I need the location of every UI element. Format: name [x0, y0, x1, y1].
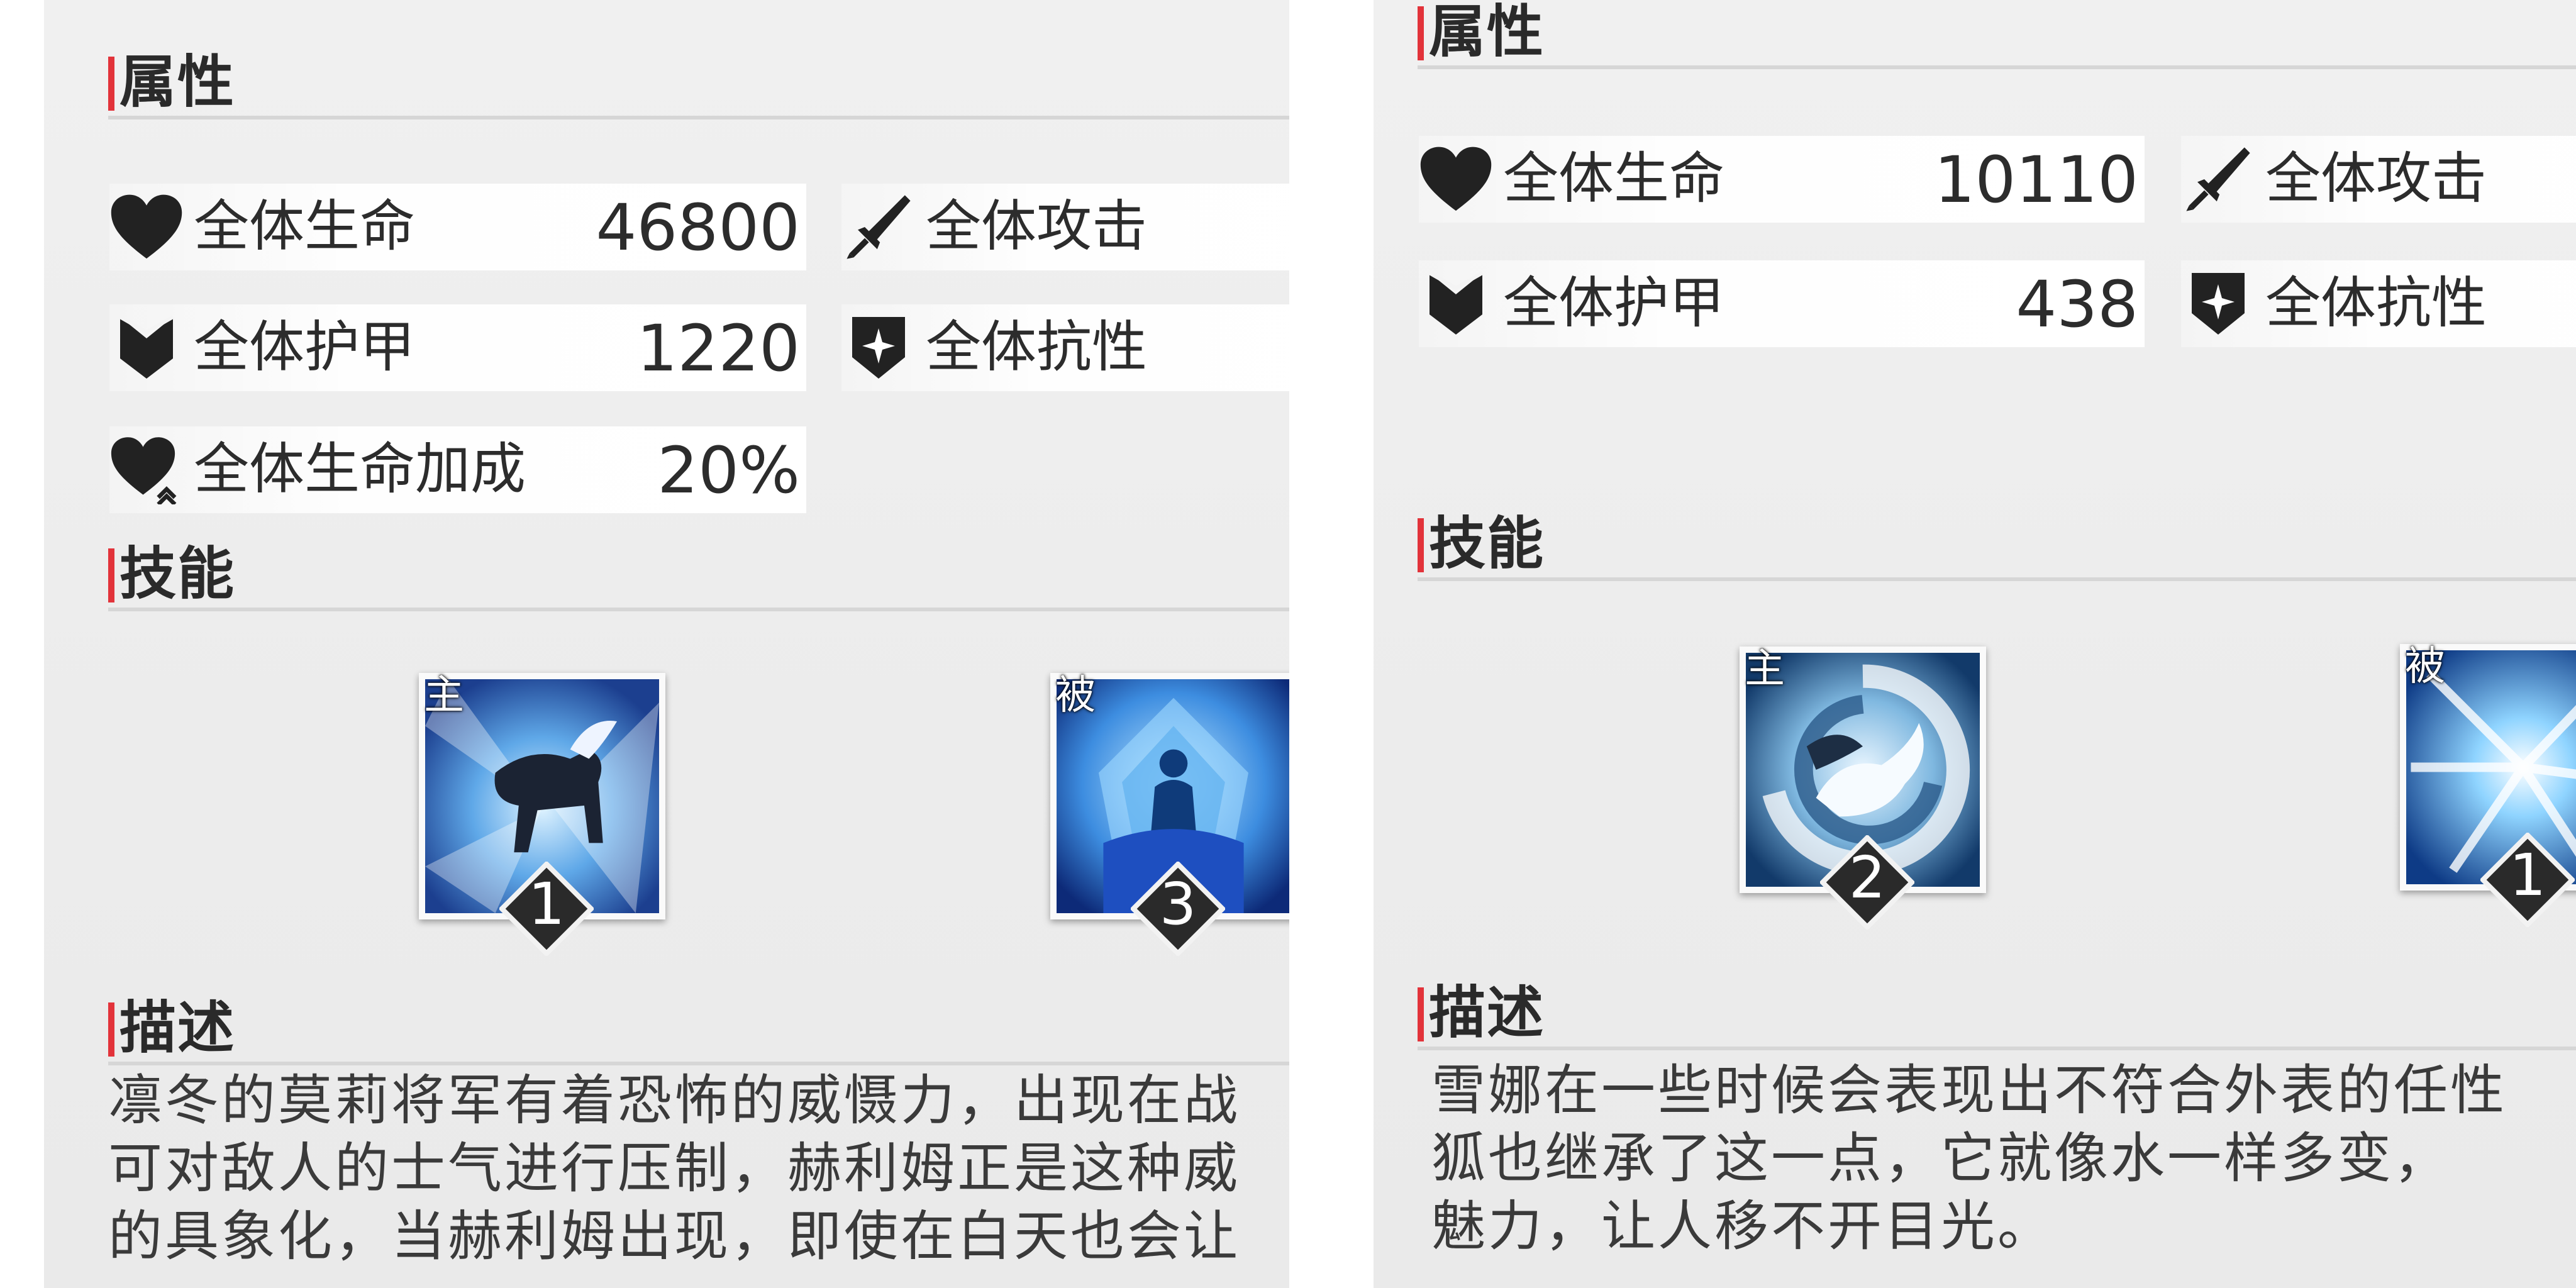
- stat-label: 全体生命: [194, 194, 416, 258]
- skill-level: 1: [2509, 841, 2546, 909]
- skill-active-1[interactable]: 主 2: [1740, 647, 1991, 948]
- stat-label: 全体攻击: [926, 194, 1148, 258]
- stat-total-hp-bonus: 全体生命加成 20%: [109, 426, 806, 513]
- stat-total-attack: 全体攻击: [841, 184, 1289, 270]
- divider: [1418, 577, 2576, 581]
- stat-value: 20%: [657, 433, 800, 508]
- resist-shield-icon: [2177, 269, 2259, 338]
- divider: [1418, 65, 2576, 69]
- attributes-title: 属性: [1418, 4, 1545, 60]
- stat-total-hp: 全体生命 46800: [109, 184, 806, 270]
- description-line: 的具象化，当赫利姆出现，即使在白天也会让: [108, 1205, 1240, 1268]
- stat-total-resist: 全体抗性: [841, 304, 1289, 391]
- divider: [108, 608, 1289, 611]
- skills-title: 技能: [1418, 516, 1545, 572]
- stat-value: 1220: [636, 311, 800, 386]
- heart-icon: [106, 192, 187, 262]
- skill-type-tag: 主: [424, 672, 464, 719]
- skill-active-1[interactable]: 主 1: [419, 673, 670, 975]
- description-title: 描述: [108, 1000, 235, 1057]
- attributes-title: 属性: [108, 54, 235, 111]
- description-title: 描述: [1418, 985, 1545, 1041]
- skill-type-tag: 主: [1745, 646, 1785, 692]
- skill-type-tag: 被: [2405, 643, 2445, 690]
- description-line: 魅力，让人移不开目光。: [1431, 1195, 2054, 1258]
- stat-label: 全体护甲: [194, 314, 416, 379]
- sword-icon: [838, 192, 919, 262]
- armor-icon: [1415, 269, 1497, 338]
- stat-total-resist: 全体抗性: [2181, 260, 2576, 347]
- stat-value: 10110: [1934, 143, 2138, 218]
- stat-label: 全体生命加成: [194, 436, 526, 501]
- skills-title: 技能: [108, 546, 235, 602]
- stat-total-armor: 全体护甲 1220: [109, 304, 806, 391]
- divider: [108, 116, 1289, 119]
- heart-icon: [1415, 145, 1497, 214]
- stat-label: 全体护甲: [1503, 270, 1725, 335]
- description-line: 可对敌人的士气进行压制，赫利姆正是这种威: [108, 1137, 1240, 1200]
- divider: [1418, 1046, 2576, 1050]
- resist-shield-icon: [838, 313, 919, 382]
- stat-label: 全体抗性: [2265, 270, 2487, 335]
- description-line: 狐也继承了这一点，它就像水一样多变，: [1431, 1127, 2450, 1190]
- description-text: 雪娜在一些时候会表现出不符合外表的任性 狐也继承了这一点，它就像水一样多变， 魅…: [1431, 1057, 2507, 1260]
- screen: 属性 全体生命 46800 全体攻击 全体护甲 1220 全体抗性 全体生命加成…: [0, 0, 2576, 1288]
- stat-total-hp: 全体生命 10110: [1419, 136, 2145, 223]
- skill-type-tag: 被: [1055, 672, 1096, 719]
- hero-detail-panel-right: 属性 全体生命 10110 全体攻击 全体护甲 438 全体抗性 技能 主 2 …: [1374, 0, 2576, 1288]
- divider: [108, 1062, 1289, 1065]
- armor-icon: [106, 313, 187, 382]
- sword-icon: [2177, 145, 2259, 214]
- description-line: 雪娜在一些时候会表现出不符合外表的任性: [1431, 1059, 2507, 1122]
- stat-value: 438: [2016, 267, 2138, 342]
- stat-value: 46800: [596, 191, 800, 265]
- skill-level: 2: [1848, 844, 1886, 911]
- stat-label: 全体攻击: [2265, 146, 2487, 211]
- skill-passive-1[interactable]: 被 1: [2400, 644, 2576, 946]
- stat-total-armor: 全体护甲 438: [1419, 260, 2145, 347]
- heart-boost-icon: [106, 435, 187, 504]
- skill-level: 1: [528, 870, 565, 938]
- hero-detail-panel-left: 属性 全体生命 46800 全体攻击 全体护甲 1220 全体抗性 全体生命加成…: [44, 0, 1289, 1288]
- skill-level: 3: [1159, 870, 1197, 938]
- skill-passive-1[interactable]: 被 3: [1050, 673, 1289, 975]
- description-text: 凛冬的莫莉将军有着恐怖的威慑力，出现在战 可对敌人的士气进行压制，赫利姆正是这种…: [108, 1067, 1240, 1270]
- stat-total-attack: 全体攻击: [2181, 136, 2576, 223]
- stat-label: 全体生命: [1503, 146, 1725, 211]
- stat-label: 全体抗性: [926, 314, 1148, 379]
- description-line: 凛冬的莫莉将军有着恐怖的威慑力，出现在战: [108, 1069, 1240, 1132]
